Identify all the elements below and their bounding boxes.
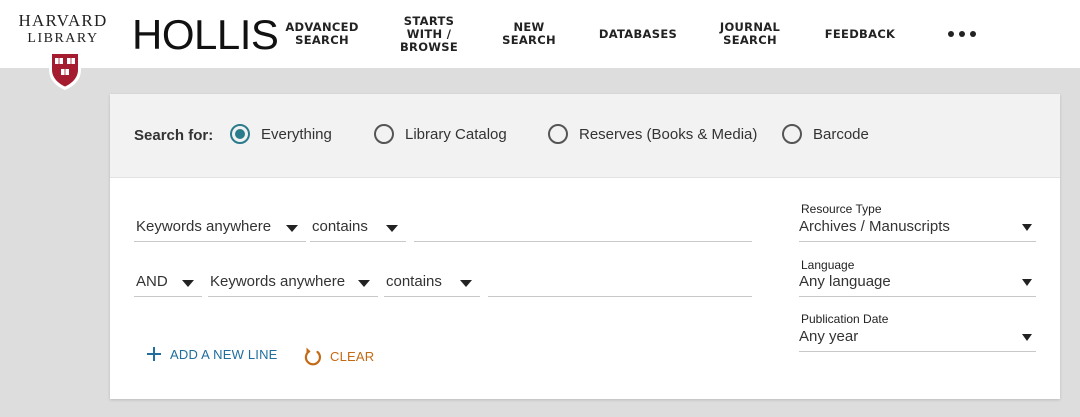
nav-label-line: SEARCH	[502, 33, 556, 47]
logo-line-library: LIBRARY	[27, 31, 99, 46]
caret-down-icon	[182, 280, 194, 287]
row2-operator-select[interactable]: AND	[134, 271, 202, 297]
nav-journal-search[interactable]: JOURNAL SEARCH	[716, 0, 784, 68]
scope-option-everything[interactable]: Everything	[230, 124, 332, 144]
caret-down-icon	[1022, 334, 1032, 341]
add-new-line-button[interactable]: ADD A NEW LINE	[146, 346, 278, 362]
nav-new-search[interactable]: NEW SEARCH	[500, 0, 558, 68]
row2-search-input[interactable]	[488, 271, 752, 297]
row1-condition-select[interactable]: contains	[310, 216, 406, 242]
nav-advanced-search[interactable]: ADVANCED SEARCH	[285, 0, 358, 68]
logo-line-harvard: HARVARD	[18, 11, 108, 30]
row2-field-value: Keywords anywhere	[210, 273, 346, 290]
add-new-line-label: ADD A NEW LINE	[170, 346, 278, 362]
nav-feedback[interactable]: FEEDBACK	[822, 0, 898, 68]
nav-label-line: SEARCH	[295, 33, 349, 47]
publication-date-select[interactable]: Any year	[799, 326, 1036, 352]
publication-date-label: Publication Date	[801, 312, 889, 326]
scope-option-library-catalog[interactable]: Library Catalog	[374, 124, 507, 144]
search-scope-bar: Search for: Everything Library Catalog R…	[110, 94, 1060, 178]
harvard-library-logo[interactable]: HARVARD LIBRARY	[14, 12, 112, 48]
language-select[interactable]: Any language	[799, 271, 1036, 297]
resource-type-select[interactable]: Archives / Manuscripts	[799, 216, 1036, 242]
row2-condition-value: contains	[386, 273, 442, 290]
resource-type-label: Resource Type	[801, 202, 882, 216]
nav-label-line: FEEDBACK	[824, 26, 896, 41]
row1-condition-value: contains	[312, 218, 368, 235]
caret-down-icon	[460, 280, 472, 287]
row2-query-field[interactable]	[488, 271, 752, 295]
scope-option-label: Library Catalog	[405, 125, 507, 143]
publication-date-value: Any year	[799, 328, 859, 345]
row2-operator-value: AND	[136, 273, 168, 290]
caret-down-icon	[286, 225, 298, 232]
scope-option-reserves[interactable]: Reserves (Books & Media)	[548, 124, 757, 144]
scope-option-label: Barcode	[813, 125, 869, 143]
nav-label-line: BROWSE	[399, 39, 459, 54]
row2-field-select[interactable]: Keywords anywhere	[208, 271, 378, 297]
radio-unchecked-icon[interactable]	[548, 124, 568, 144]
nav-label-line: SEARCH	[723, 33, 777, 47]
nav-starts-with-browse[interactable]: STARTS WITH / BROWSE	[396, 0, 462, 68]
scope-option-barcode[interactable]: Barcode	[782, 124, 869, 144]
hollis-title[interactable]: HOLLIS	[132, 12, 279, 58]
row1-query-field[interactable]	[414, 216, 752, 240]
caret-down-icon	[358, 280, 370, 287]
nav-databases[interactable]: DATABASES	[598, 0, 678, 68]
search-for-label: Search for:	[134, 127, 214, 144]
caret-down-icon	[386, 225, 398, 232]
language-value: Any language	[799, 273, 891, 290]
caret-down-icon	[1022, 279, 1032, 286]
scope-option-label: Everything	[261, 125, 332, 143]
scope-option-label: Reserves (Books & Media)	[579, 125, 758, 143]
radio-unchecked-icon[interactable]	[782, 124, 802, 144]
nav-label-line: DATABASES	[598, 26, 678, 41]
top-navigation-bar: HARVARD LIBRARY HOLLIS ADVANCED SEARCH ST…	[0, 0, 1080, 68]
resource-type-value: Archives / Manuscripts	[799, 218, 950, 235]
clear-label: CLEAR	[330, 348, 375, 364]
row2-condition-select[interactable]: contains	[384, 271, 480, 297]
harvard-shield-icon	[48, 50, 82, 91]
language-label: Language	[801, 258, 855, 272]
nav-label-line: STARTS	[403, 13, 455, 28]
row1-search-input[interactable]	[414, 216, 752, 242]
radio-checked-icon[interactable]	[230, 124, 250, 144]
clear-button[interactable]: CLEAR	[304, 346, 374, 366]
caret-down-icon	[1022, 224, 1032, 231]
row1-field-select[interactable]: Keywords anywhere	[134, 216, 306, 242]
plus-icon	[147, 347, 161, 361]
radio-unchecked-icon[interactable]	[374, 124, 394, 144]
advanced-search-panel: Search for: Everything Library Catalog R…	[110, 94, 1060, 399]
row1-field-value: Keywords anywhere	[136, 218, 272, 235]
ellipsis-icon[interactable]	[948, 22, 976, 46]
undo-icon	[304, 347, 322, 366]
nav-label-line: WITH /	[406, 26, 452, 41]
